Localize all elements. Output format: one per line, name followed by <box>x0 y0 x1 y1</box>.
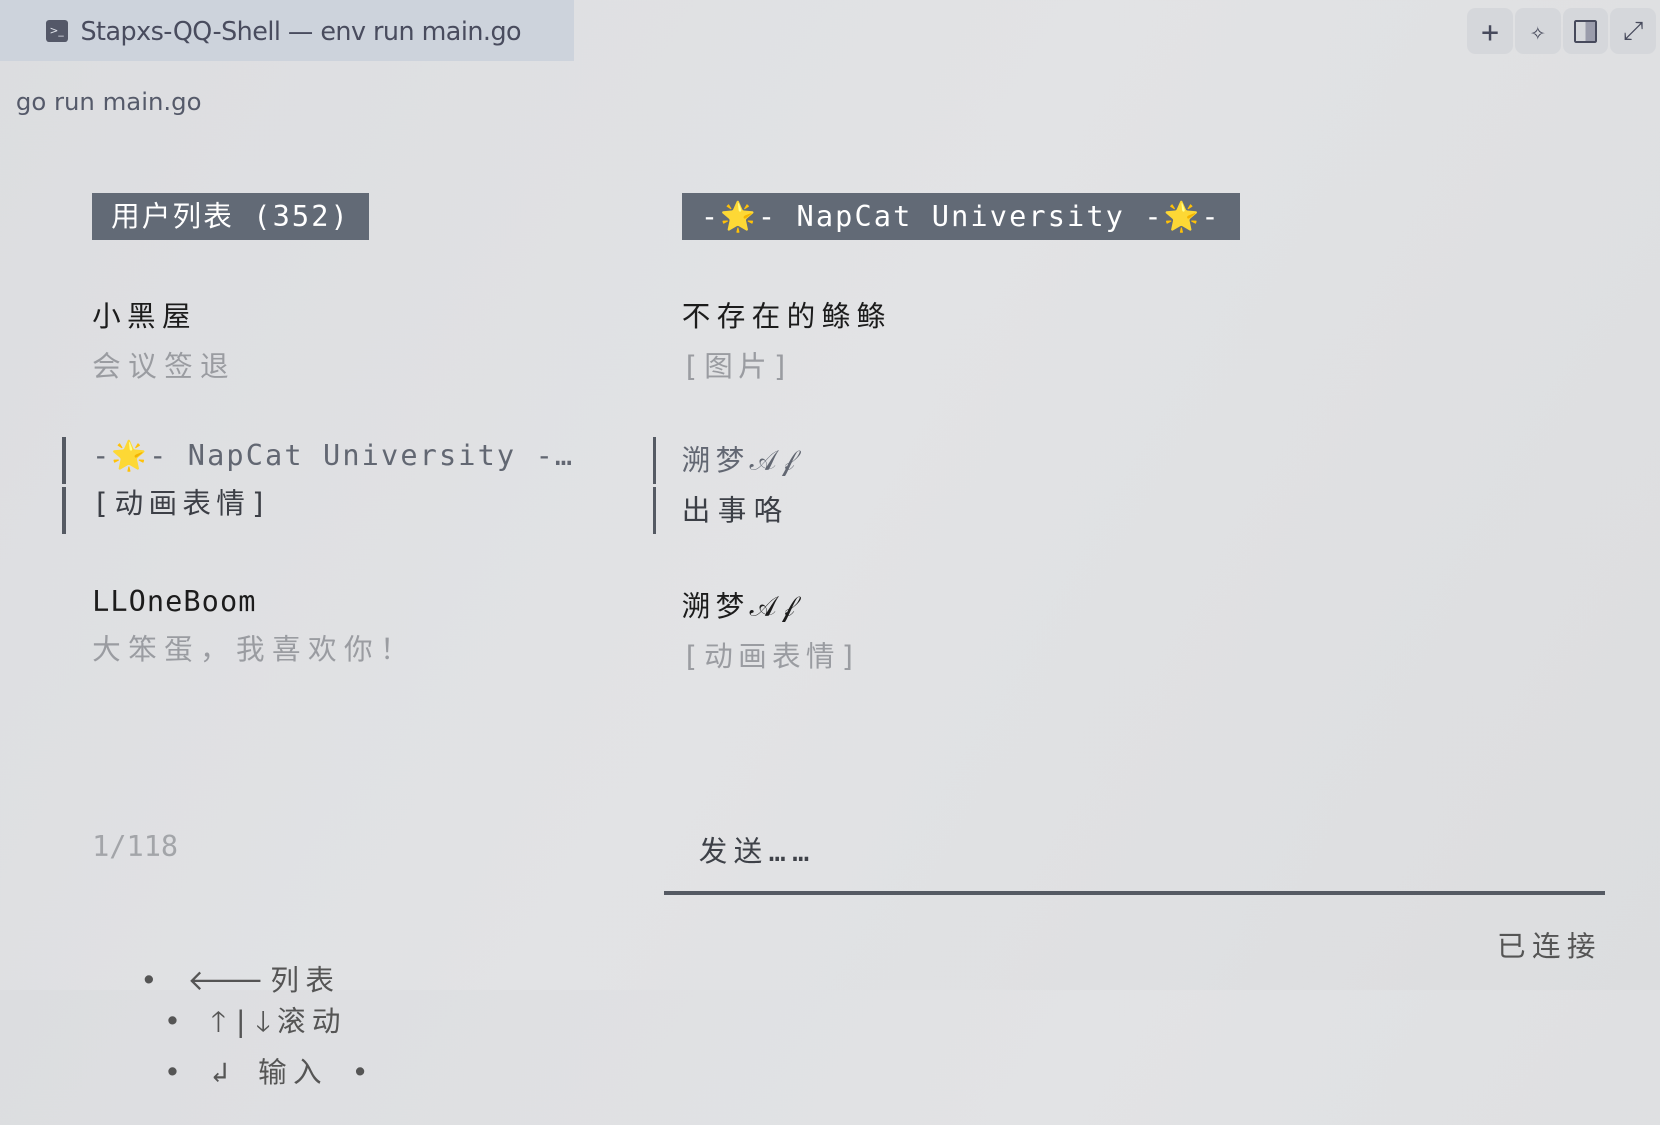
last-message: 大笨蛋，我喜欢你！ <box>92 631 416 666</box>
terminal-icon: >_ <box>45 19 68 42</box>
bullet: • <box>140 1055 211 1090</box>
help-scroll: 滚动 <box>276 1004 347 1039</box>
ai-button[interactable]: ✧ <box>1514 8 1561 54</box>
user-name: LLOneBoom <box>92 584 257 619</box>
help-input: 输入 <box>258 1055 328 1090</box>
message-sender: 不存在的鲦鲦 <box>681 299 892 334</box>
selection-bar <box>653 487 657 534</box>
connection-status: 已连接 <box>1497 929 1602 964</box>
bullet: • <box>140 1004 211 1039</box>
command-line: go run main.go <box>15 86 202 116</box>
expand-icon: ⤢ <box>1622 15 1644 46</box>
message-content: [图片] <box>681 348 795 383</box>
arrow-up-down-icon: 🡑|🡓 <box>210 1004 277 1039</box>
user-list-item-selected[interactable]: -🌟- NapCat University -… [动画表情] <box>92 438 574 521</box>
last-message: [动画表情] <box>92 485 273 520</box>
message-sender: 溯梦𝒜𝒻 <box>681 589 800 624</box>
terminal-tab[interactable]: >_ Stapxs-QQ-Shell — env run main.go <box>0 0 574 62</box>
user-list-header: 用户列表 (352) <box>92 192 369 241</box>
chat-header: -🌟- NapCat University -🌟- <box>681 192 1240 241</box>
user-name: 小黑屋 <box>92 299 197 334</box>
sparkles-icon: ✧ <box>1530 16 1546 47</box>
message-content: 出事咯 <box>681 492 790 527</box>
message-input[interactable]: 发送…… <box>699 829 816 870</box>
help-list: 列表 <box>270 963 341 998</box>
page-indicator: 1/118 <box>92 828 179 863</box>
chat-message[interactable]: 溯梦𝒜𝒻 [动画表情] <box>682 584 862 674</box>
selection-bar <box>653 437 657 484</box>
split-view-button[interactable] <box>1562 8 1609 54</box>
chat-message-selected[interactable]: 溯梦𝒜𝒻 出事咯 <box>682 438 800 528</box>
user-list-item[interactable]: 小黑屋 会议签退 <box>92 294 236 384</box>
split-view-icon <box>1573 19 1597 43</box>
bullet: • <box>327 1055 376 1090</box>
chat-message[interactable]: 不存在的鲦鲦 [图片] <box>682 294 892 384</box>
enter-icon: ↲ <box>210 1055 259 1090</box>
last-message: 会议签退 <box>92 348 237 383</box>
message-sender: 溯梦𝒜𝒻 <box>681 443 800 478</box>
selection-bar <box>62 437 66 484</box>
expand-button[interactable]: ⤢ <box>1610 8 1656 54</box>
plus-icon: + <box>1481 13 1500 49</box>
window-title: Stapxs-QQ-Shell — env run main.go <box>80 15 522 46</box>
input-underline <box>663 891 1605 895</box>
arrow-left-icon: 🡐 <box>187 963 271 998</box>
bullet: • <box>140 963 188 998</box>
user-list-item[interactable]: LLOneBoom 大笨蛋，我喜欢你！ <box>92 584 416 667</box>
new-tab-button[interactable]: + <box>1467 8 1513 54</box>
message-content: [动画表情] <box>681 638 863 673</box>
user-name: -🌟- NapCat University -… <box>92 438 575 473</box>
selection-bar <box>62 487 66 534</box>
help-bar: • 🡐列表 • 🡑|🡓滚动 • ↲ 输入 • <box>93 924 375 1125</box>
